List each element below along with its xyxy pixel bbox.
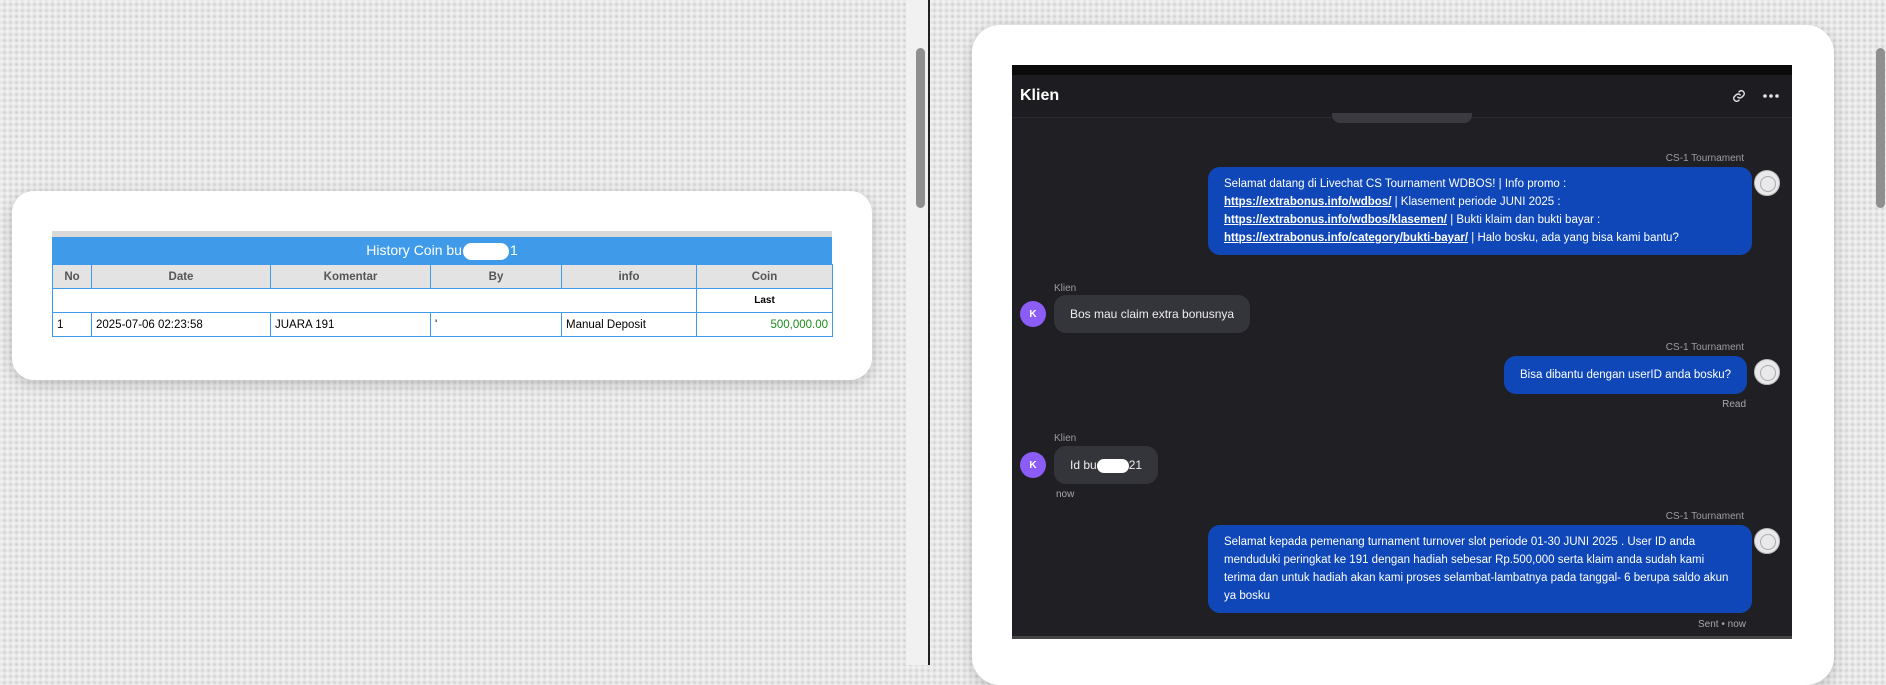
header-date: Date [91, 264, 271, 289]
right-scrollbar-thumb[interactable] [1876, 48, 1885, 208]
message-bubble-welcome: Selamat datang di Livechat CS Tournament… [1208, 167, 1752, 255]
read-status: Read [1722, 399, 1746, 410]
more-icon[interactable] [1758, 83, 1784, 109]
header-info: info [561, 264, 697, 289]
message-bubble: Bisa dibantu dengan userID anda bosku? [1504, 356, 1747, 394]
message-sender: Klien [1054, 433, 1077, 444]
user-avatar: K [1020, 452, 1046, 478]
user-id-suffix: 21 [1128, 458, 1143, 472]
sent-status: Sent • now [1698, 619, 1746, 630]
coin-title-suffix: 1 [509, 242, 518, 258]
composer-edge [1012, 636, 1792, 639]
agent-avatar [1754, 359, 1780, 385]
cell-komentar: JUARA 191 [270, 312, 431, 337]
redaction-mark [1096, 458, 1129, 473]
previous-message-stub [1332, 113, 1472, 123]
message-bubble: Bos mau claim extra bonusnya [1054, 295, 1251, 333]
agent-avatar [1754, 528, 1780, 554]
user-avatar: K [1020, 301, 1046, 327]
coin-history-table: No Date Komentar By info Coin Last 1 202… [52, 264, 833, 337]
user-id-prefix: Id bu [1070, 458, 1097, 472]
message-bubble-user-id: Id bu 21 [1054, 446, 1159, 484]
left-scrollbar-thumb[interactable] [916, 48, 925, 208]
header-by: By [430, 264, 562, 289]
welcome-text: | Klasement periode JUNI 2025 : [1391, 196, 1561, 208]
table-header-row: No Date Komentar By info Coin [52, 264, 833, 289]
agent-avatar [1754, 170, 1780, 196]
promo-link[interactable]: https://extrabonus.info/wdbos/ [1224, 196, 1391, 208]
welcome-text: | Bukti klaim dan bukti bayar : [1447, 214, 1601, 226]
chat-messages[interactable]: CS-1 Tournament Selamat datang di Livech… [1012, 113, 1792, 639]
coin-history-table-wrap: History Coin bu 1 No Date Komentar By inf… [52, 231, 833, 337]
coin-history-card: History Coin bu 1 No Date Komentar By inf… [12, 191, 872, 380]
message-sender: CS-1 Tournament [1665, 153, 1744, 164]
chat-topbar [1012, 65, 1792, 75]
klasemen-link[interactable]: https://extrabonus.info/wdbos/klasemen/ [1224, 214, 1447, 226]
header-no: No [52, 264, 92, 289]
subheader-empty [52, 288, 697, 313]
coin-history-title: History Coin bu 1 [52, 237, 832, 264]
chat-window: Klien CS-1 Tournament Selamat datang di … [1012, 65, 1792, 639]
welcome-text: Selamat datang di Livechat CS Tournament… [1224, 178, 1567, 190]
chat-card: Klien CS-1 Tournament Selamat datang di … [972, 25, 1834, 685]
cell-info: Manual Deposit [561, 312, 697, 337]
message-bubble-winner: Selamat kepada pemenang turnament turnov… [1208, 525, 1752, 613]
message-sender: CS-1 Tournament [1665, 511, 1744, 522]
welcome-text: | Halo bosku, ada yang bisa kami bantu? [1468, 232, 1679, 244]
cell-date: 2025-07-06 02:23:58 [91, 312, 271, 337]
cell-by: ' [430, 312, 562, 337]
message-sender: CS-1 Tournament [1665, 342, 1744, 353]
subheader-last: Last [696, 288, 833, 313]
redaction-mark [462, 242, 509, 260]
table-row: 1 2025-07-06 02:23:58 JUARA 191 ' Manual… [52, 312, 833, 337]
header-komentar: Komentar [270, 264, 431, 289]
bukti-bayar-link[interactable]: https://extrabonus.info/category/bukti-b… [1224, 232, 1468, 244]
chat-title: Klien [1020, 87, 1060, 104]
header-coin: Coin [696, 264, 833, 289]
link-icon[interactable] [1726, 83, 1752, 109]
table-subheader-row: Last [52, 288, 833, 313]
message-time: now [1056, 489, 1075, 500]
coin-title-prefix: History Coin bu [366, 242, 462, 258]
cell-coin: 500,000.00 [696, 312, 833, 337]
message-sender: Klien [1054, 283, 1077, 294]
chat-header: Klien [1012, 75, 1792, 118]
cell-no: 1 [52, 312, 92, 337]
